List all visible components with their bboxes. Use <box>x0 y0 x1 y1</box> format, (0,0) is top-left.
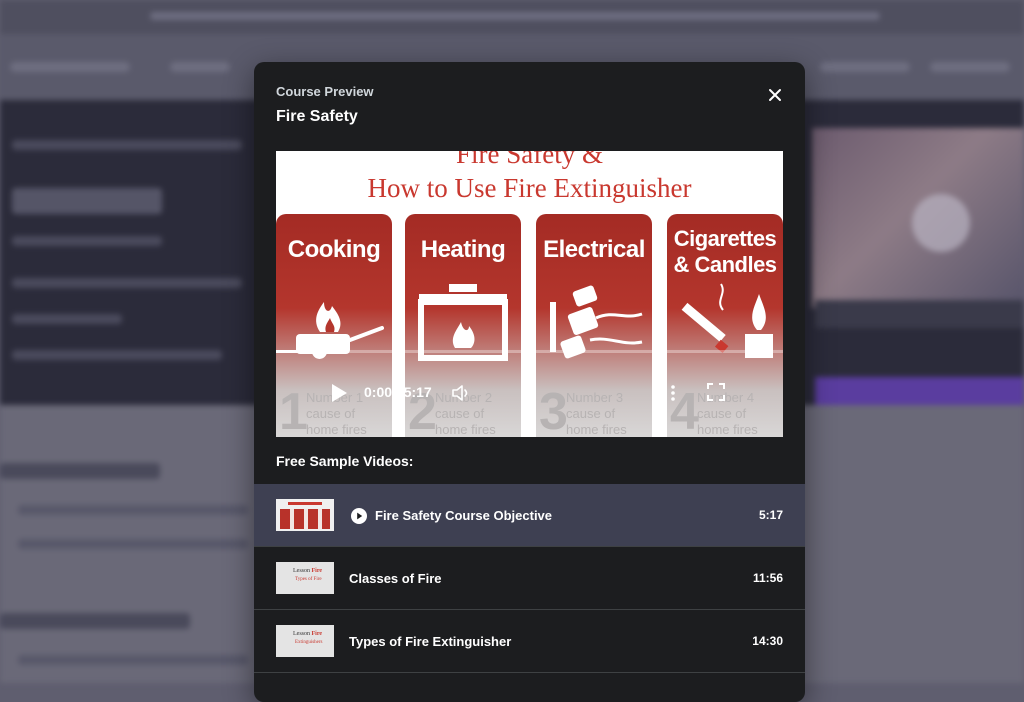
video-thumbnail <box>276 499 334 531</box>
card-label: Cooking <box>287 236 381 263</box>
video-title: Types of Fire Extinguisher <box>349 634 512 649</box>
pan-fire-icon <box>296 302 384 354</box>
video-title: Classes of Fire <box>349 571 442 586</box>
video-thumbnail: Lesson Fire Types of Fire <box>276 562 334 594</box>
fireplace-icon <box>418 284 508 361</box>
list-item[interactable]: Fire Safety Course Objective 5:17 <box>254 484 805 547</box>
video-card-heating: Heating 2 Number 2 cause of home fires <box>405 214 521 437</box>
video-duration: 11:56 <box>752 571 783 585</box>
video-thumbnail: Lesson Fire Extinguishers <box>276 625 334 657</box>
close-icon <box>769 89 781 101</box>
fullscreen-icon[interactable] <box>706 382 726 402</box>
card-number: 3 <box>539 383 568 437</box>
video-duration: 5:17 <box>758 508 783 522</box>
video-duration: 14:30 <box>752 634 783 648</box>
video-player[interactable]: Fire Safety & How to Use Fire Extinguish… <box>276 151 783 437</box>
video-card-cigarettes-candles: Cigarettes & Candles 4 Number 4 cause of ho… <box>667 214 783 437</box>
video-card-electrical: Electrical 3 Number 3 cause of home fires <box>536 214 652 437</box>
plug-icon <box>550 285 643 359</box>
seek-handle[interactable] <box>312 344 327 359</box>
close-button[interactable] <box>764 84 786 106</box>
more-options-icon[interactable] <box>668 383 678 403</box>
list-item[interactable]: Lesson Fire Types of Fire Classes of Fir… <box>254 547 805 610</box>
video-card-cooking: Cooking 1 Number 1 cause of home fires <box>276 214 392 437</box>
play-circle-icon <box>351 508 367 524</box>
modal-eyebrow: Course Preview <box>276 84 374 99</box>
card-number: 1 <box>279 383 308 437</box>
video-title: Fire Safety Course Objective <box>375 508 553 523</box>
seek-track[interactable] <box>276 350 783 353</box>
list-item[interactable]: Lesson Fire Extinguishers Types of Fire … <box>254 610 805 673</box>
video-title-line2: How to Use Fire Extinguisher <box>367 173 692 203</box>
bg-announcement-bar <box>0 0 1024 34</box>
bg-preview-thumbnail <box>812 128 1024 308</box>
video-time: 0:00 / 5:17 <box>364 384 432 400</box>
bg-side-strip <box>815 300 1024 328</box>
play-icon[interactable] <box>330 383 348 403</box>
card-label: Heating <box>420 236 506 263</box>
cigarette-candle-icon <box>681 283 773 358</box>
free-sample-heading: Free Sample Videos: <box>276 453 414 469</box>
sample-video-list: Fire Safety Course Objective 5:17 Lesson… <box>254 484 805 673</box>
card-label: Cigarettes & Candles <box>673 226 777 277</box>
course-preview-modal: Course Preview Fire Safety Fire Safety &… <box>254 62 805 702</box>
volume-icon[interactable] <box>451 383 471 403</box>
card-label: Electrical <box>543 236 645 263</box>
modal-title: Fire Safety <box>276 108 358 125</box>
card-caption: Number 3 cause of home fires <box>566 390 627 437</box>
video-title-line1: Fire Safety & <box>456 151 603 169</box>
